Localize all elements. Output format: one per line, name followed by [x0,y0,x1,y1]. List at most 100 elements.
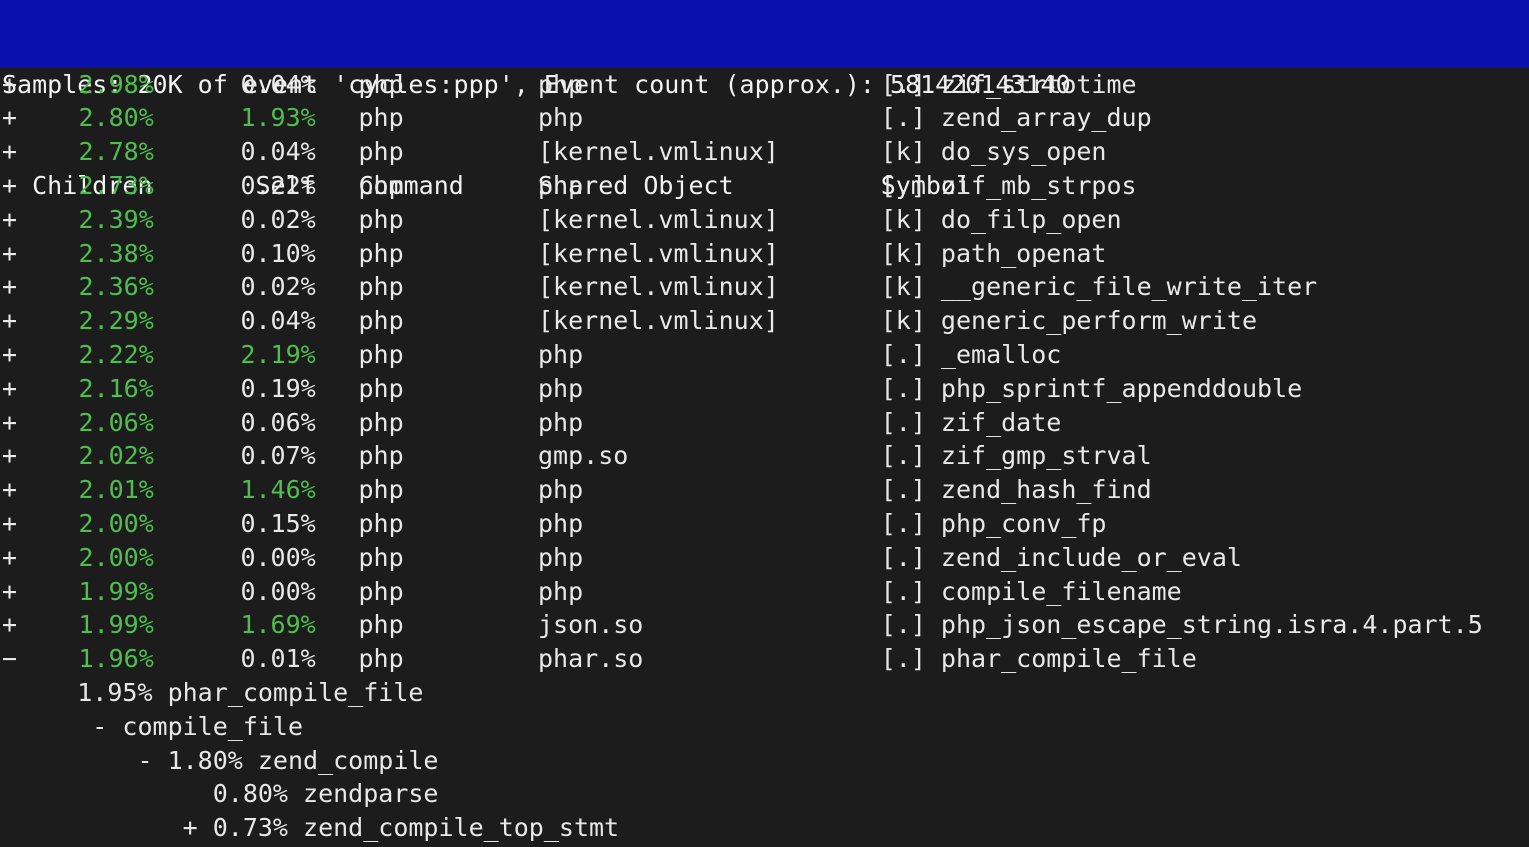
callchain-row[interactable]: - compile_file [0,710,1529,744]
table-row[interactable]: + 2.01% 1.46% php php [.] zend_hash_find [0,473,1529,507]
symbol-cell: [.] php_conv_fp [850,508,1107,538]
symbol-cell: [.] php_sprintf_appenddouble [850,373,1303,403]
self-percent: 0.07% [165,441,316,471]
expand-toggle-icon: + [2,137,18,167]
table-row[interactable]: + 2.29% 0.04% php [kernel.vmlinux] [k] g… [0,304,1529,338]
expand-toggle-icon: + [2,475,18,505]
self-percent: 0.00% [165,576,316,606]
table-row[interactable]: + 2.22% 2.19% php php [.] _emalloc [0,338,1529,372]
header-bar: Samples: 20K of event 'cycles:ppp', Even… [0,0,1529,200]
symbol-cell: [.] zend_array_dup [850,103,1152,133]
callchain-text: - compile_file [2,711,304,741]
table-row[interactable]: + 1.99% 0.00% php php [.] compile_filena… [0,575,1529,609]
shared-object-cell: gmp.so [507,441,824,471]
callchain-text: - 1.80% zend_compile [2,745,439,775]
shared-object-cell: [kernel.vmlinux] [507,238,824,268]
children-percent: 2.38% [18,238,154,268]
symbol-cell: [.] zif_gmp_strval [850,441,1152,471]
symbol-cell: [k] path_openat [850,238,1107,268]
command-cell: php [328,204,494,234]
symbol-cell: [k] generic_perform_write [850,306,1257,336]
shared-object-cell: php [507,542,824,572]
shared-object-cell: php [507,407,824,437]
expand-toggle-icon: + [2,238,18,268]
table-row[interactable]: + 2.16% 0.19% php php [.] php_sprintf_ap… [0,372,1529,406]
shared-object-cell: php [507,339,824,369]
expand-toggle-icon: + [2,339,18,369]
table-row[interactable]: − 1.96% 0.01% php phar.so [.] phar_compi… [0,642,1529,676]
table-row[interactable]: + 2.39% 0.02% php [kernel.vmlinux] [k] d… [0,203,1529,237]
command-cell: php [328,339,494,369]
children-percent: 2.80% [18,103,154,133]
shared-object-cell: phar.so [507,644,824,674]
command-cell: php [328,441,494,471]
command-cell: php [328,644,494,674]
expand-toggle-icon: + [2,69,18,99]
table-row[interactable]: + 2.78% 0.04% php [kernel.vmlinux] [k] d… [0,135,1529,169]
callchain-row[interactable]: 0.80% zendparse [0,777,1529,811]
symbol-cell: [.] php_json_escape_string.isra.4.part.5 [850,610,1483,640]
table-row[interactable]: + 2.98% 0.04% php php [.] zif_strtotime [0,68,1529,102]
callchain-text: + 0.73% zend_compile_top_stmt [2,813,620,843]
shared-object-cell: php [507,475,824,505]
children-percent: 2.01% [18,475,154,505]
table-row[interactable]: + 2.38% 0.10% php [kernel.vmlinux] [k] p… [0,237,1529,271]
shared-object-cell: php [507,508,824,538]
expand-toggle-icon: + [2,306,18,336]
self-percent: 2.19% [165,339,316,369]
shared-object-cell: php [507,69,824,99]
children-percent: 1.99% [18,576,154,606]
children-percent: 2.00% [18,508,154,538]
symbol-cell: [.] zif_strtotime [850,69,1137,99]
children-percent: 2.00% [18,542,154,572]
self-percent: 1.93% [165,103,316,133]
command-cell: php [328,306,494,336]
symbol-cell: [k] do_filp_open [850,204,1122,234]
symbol-cell: [.] zend_include_or_eval [850,542,1242,572]
command-cell: php [328,475,494,505]
expand-toggle-icon: + [2,204,18,234]
expand-toggle-icon: + [2,542,18,572]
shared-object-cell: php [507,576,824,606]
expand-toggle-icon: + [2,576,18,606]
children-percent: 2.29% [18,306,154,336]
callchain-row[interactable]: - 1.80% zend_compile [0,744,1529,778]
command-cell: php [328,508,494,538]
expand-toggle-icon: − [2,644,18,674]
perf-report-terminal: Samples: 20K of event 'cycles:ppp', Even… [0,0,1529,847]
symbol-cell: [k] do_sys_open [850,137,1107,167]
command-cell: php [328,272,494,302]
self-percent: 0.19% [165,373,316,403]
callchain-row[interactable]: + 0.73% zend_compile_top_stmt [0,811,1529,845]
expand-toggle-icon: + [2,170,18,200]
expand-toggle-icon: + [2,508,18,538]
table-row[interactable]: + 2.00% 0.00% php php [.] zend_include_o… [0,541,1529,575]
command-cell: php [328,103,494,133]
table-row[interactable]: + 2.00% 0.15% php php [.] php_conv_fp [0,507,1529,541]
shared-object-cell: [kernel.vmlinux] [507,137,824,167]
expand-toggle-icon: + [2,407,18,437]
command-cell: php [328,610,494,640]
self-percent: 0.01% [165,644,316,674]
symbol-cell: [.] zif_mb_strpos [850,170,1137,200]
table-row[interactable]: + 2.06% 0.06% php php [.] zif_date [0,406,1529,440]
symbol-cell: [.] zif_date [850,407,1062,437]
expand-toggle-icon: + [2,103,18,133]
table-row[interactable]: + 2.02% 0.07% php gmp.so [.] zif_gmp_str… [0,439,1529,473]
self-percent: 0.04% [165,306,316,336]
callchain-text: 1.95% phar_compile_file [2,677,424,707]
symbol-cell: [.] compile_filename [850,576,1182,606]
table-row[interactable]: + 2.80% 1.93% php php [.] zend_array_dup [0,101,1529,135]
table-row[interactable]: + 2.73% 0.22% php php [.] zif_mb_strpos [0,169,1529,203]
command-cell: php [328,69,494,99]
self-percent: 0.00% [165,542,316,572]
table-row[interactable]: + 2.36% 0.02% php [kernel.vmlinux] [k] _… [0,270,1529,304]
self-percent: 0.06% [165,407,316,437]
self-percent: 0.22% [165,170,316,200]
table-row[interactable]: + 1.99% 1.69% php json.so [.] php_json_e… [0,608,1529,642]
callchain-row[interactable]: 1.95% phar_compile_file [0,676,1529,710]
self-percent: 0.04% [165,69,316,99]
children-percent: 1.99% [18,610,154,640]
children-percent: 2.22% [18,339,154,369]
command-cell: php [328,576,494,606]
